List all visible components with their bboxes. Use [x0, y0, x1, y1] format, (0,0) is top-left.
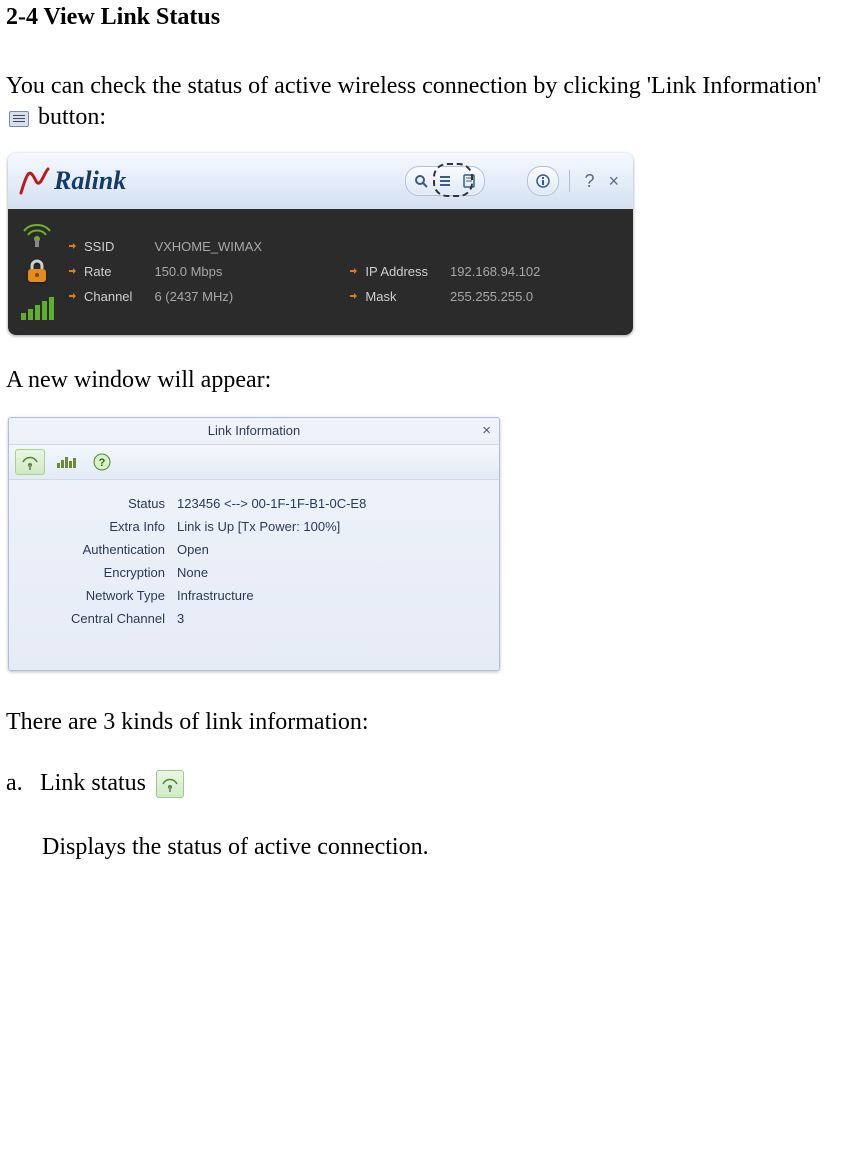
link-info-body: Status 123456 <--> 00-1F-1F-B1-0C-E8 Extr…: [9, 480, 499, 670]
svg-text:?: ?: [99, 457, 106, 469]
ralink-titlebar: Ralink: [8, 153, 633, 209]
ip-label: IP Address: [349, 264, 428, 279]
rate-value: 150.0 Mbps: [154, 264, 327, 279]
link-information-button[interactable]: [433, 170, 457, 192]
list-item-a: a. Link status: [6, 770, 837, 798]
link-info-close-button[interactable]: ×: [482, 418, 491, 444]
list-item-a-desc: Displays the status of active connection…: [42, 834, 837, 861]
ip-value: 192.168.94.102: [450, 264, 623, 279]
ralink-logo: Ralink: [18, 163, 126, 199]
intro-paragraph: You can check the status of active wirel…: [6, 71, 837, 133]
network-type-value: Infrastructure: [177, 588, 483, 603]
rate-label: Rate: [68, 264, 132, 279]
help-button[interactable]: ?: [580, 171, 598, 192]
authentication-label: Authentication: [25, 542, 165, 557]
link-status-tab-button[interactable]: [15, 449, 45, 475]
throughput-tab-button[interactable]: [51, 449, 81, 475]
wifi-icon: [19, 217, 55, 249]
intro-text-before: You can check the status of active wirel…: [6, 73, 821, 99]
ralink-body: SSID VXHOME_WIMAX Rate 150.0 Mbps IP Add…: [8, 209, 633, 335]
ssid-label: SSID: [68, 239, 132, 254]
mask-value: 255.255.255.0: [450, 289, 623, 304]
kinds-text: There are 3 kinds of link information:: [6, 707, 837, 738]
ralink-logo-text: Ralink: [54, 166, 126, 196]
encryption-value: None: [177, 565, 483, 580]
statistics-tab-button[interactable]: ?: [87, 449, 117, 475]
mask-label: Mask: [349, 289, 428, 304]
link-information-icon: [9, 111, 29, 127]
encryption-label: Encryption: [25, 565, 165, 580]
link-status-icon: [156, 770, 184, 798]
profile-button[interactable]: [457, 170, 481, 192]
link-info-titlebar: Link Information ×: [9, 418, 499, 445]
close-button[interactable]: ×: [604, 171, 623, 192]
info-grid: SSID VXHOME_WIMAX Rate 150.0 Mbps IP Add…: [68, 217, 623, 325]
central-channel-label: Central Channel: [25, 611, 165, 626]
new-window-text: A new window will appear:: [6, 365, 837, 396]
network-type-label: Network Type: [25, 588, 165, 603]
authentication-value: Open: [177, 542, 483, 557]
separator: [569, 170, 570, 192]
status-value: 123456 <--> 00-1F-1F-B1-0C-E8: [177, 496, 483, 511]
list-marker-a: a.: [6, 770, 34, 797]
list-item-a-text: Link status: [40, 770, 152, 796]
extra-info-label: Extra Info: [25, 519, 165, 534]
intro-text-after: button:: [32, 104, 106, 130]
section-title: 2-4 View Link Status: [6, 4, 837, 31]
central-channel-value: 3: [177, 611, 483, 626]
extra-info-value: Link is Up [Tx Power: 100%]: [177, 519, 483, 534]
channel-label: Channel: [68, 289, 132, 304]
about-pill: [527, 166, 559, 196]
side-icons: [16, 217, 58, 325]
signal-bars-icon: [19, 293, 55, 325]
about-button[interactable]: [531, 170, 555, 192]
link-information-window: Link Information × ?: [8, 417, 500, 671]
link-info-toolbar: ?: [9, 445, 499, 480]
channel-value: 6 (2437 MHz): [154, 289, 327, 304]
ralink-widget: Ralink: [8, 153, 633, 335]
site-survey-button[interactable]: [409, 170, 433, 192]
link-info-title: Link Information: [208, 423, 301, 438]
lock-icon: [19, 255, 55, 287]
ssid-value: VXHOME_WIMAX: [154, 239, 623, 254]
toolbar-pill-group: [405, 166, 485, 196]
status-label: Status: [25, 496, 165, 511]
